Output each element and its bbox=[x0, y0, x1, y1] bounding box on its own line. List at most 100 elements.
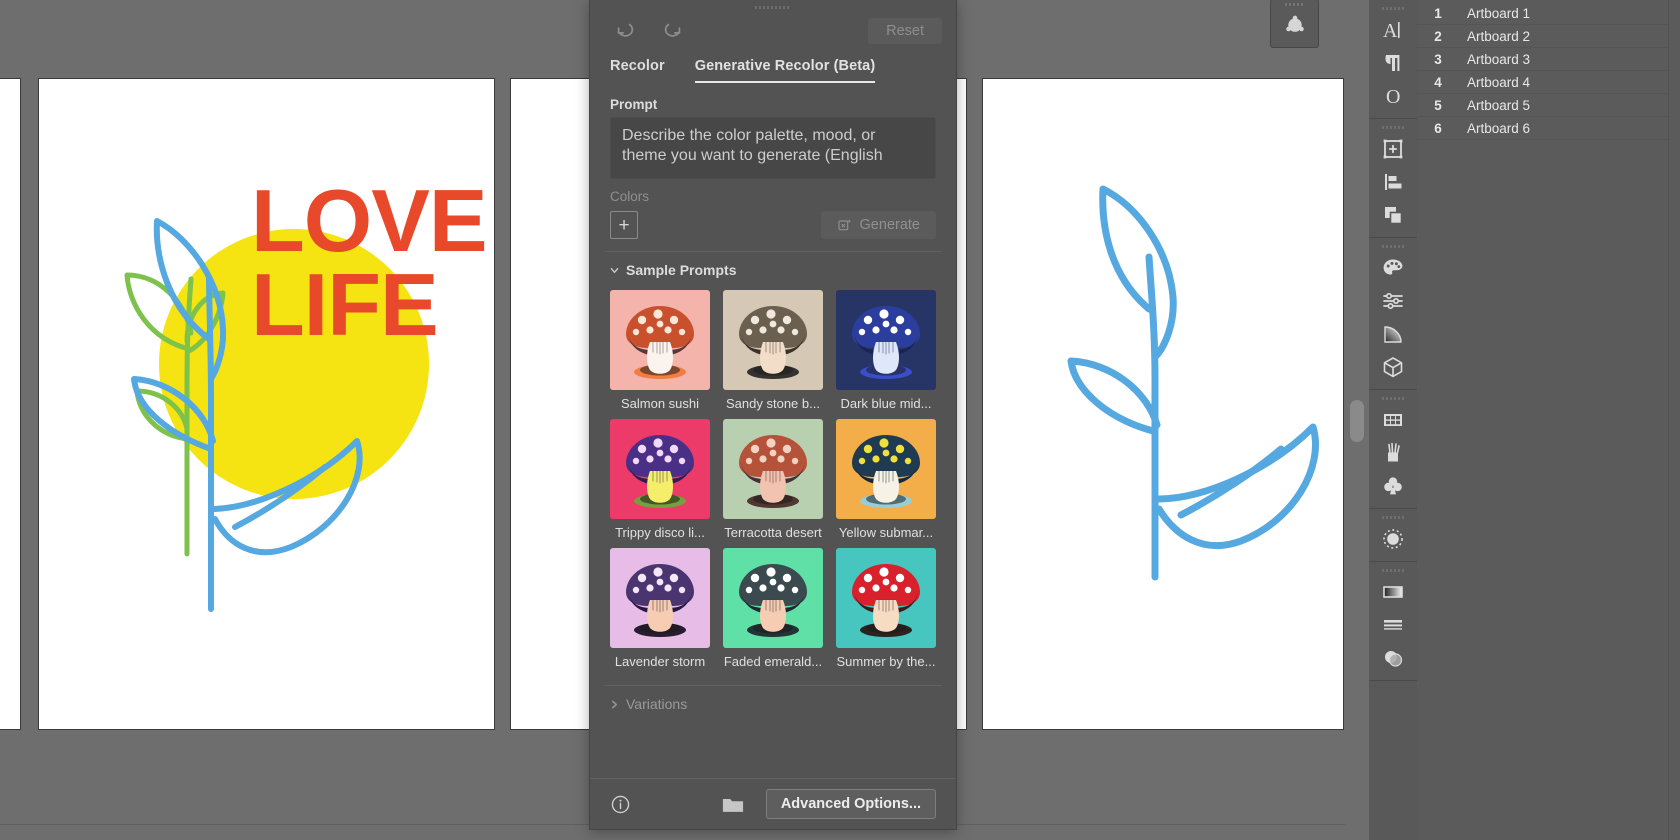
color-guide-icon[interactable] bbox=[1369, 284, 1417, 317]
brushes-icon[interactable] bbox=[1369, 436, 1417, 469]
artboard-name: Artboard 1 bbox=[1459, 6, 1662, 21]
add-color-button[interactable]: + bbox=[610, 211, 638, 239]
generate-button[interactable]: Generate bbox=[821, 211, 936, 239]
stroke-dashed-circle-icon[interactable] bbox=[1369, 522, 1417, 555]
sample-prompt-thumbnail[interactable] bbox=[610, 548, 710, 648]
sample-prompt-card[interactable]: Lavender storm bbox=[610, 548, 710, 669]
dock-grip[interactable] bbox=[1369, 122, 1417, 132]
tab-recolor[interactable]: Recolor bbox=[610, 58, 665, 83]
dock-group-layout bbox=[1369, 119, 1417, 238]
table-row[interactable]: 6Artboard 6 bbox=[1417, 117, 1680, 140]
artboards-list: 1Artboard 12Artboard 23Artboard 34Artboa… bbox=[1417, 0, 1680, 140]
recolor-artwork-widget[interactable] bbox=[1271, 0, 1318, 47]
sample-prompt-thumbnail[interactable] bbox=[723, 419, 823, 519]
sample-prompt-thumbnail[interactable] bbox=[836, 290, 936, 390]
dock-group-appearance bbox=[1369, 562, 1417, 681]
sample-prompt-card[interactable]: Trippy disco li... bbox=[610, 419, 710, 540]
recolor-panel[interactable]: Reset Recolor Generative Recolor (Beta) … bbox=[590, 0, 956, 829]
sample-prompt-label: Dark blue mid... bbox=[836, 396, 936, 411]
paragraph-icon[interactable] bbox=[1369, 46, 1417, 79]
variations-header[interactable]: Variations bbox=[590, 686, 956, 718]
tab-generative-recolor[interactable]: Generative Recolor (Beta) bbox=[695, 58, 876, 83]
sample-prompt-card[interactable]: Yellow submar... bbox=[836, 419, 936, 540]
undo-button[interactable] bbox=[610, 18, 640, 44]
artboard-partial-left bbox=[0, 79, 20, 729]
table-row[interactable]: 5Artboard 5 bbox=[1417, 94, 1680, 117]
sample-prompt-thumbnail[interactable] bbox=[836, 548, 936, 648]
table-row[interactable]: 2Artboard 2 bbox=[1417, 25, 1680, 48]
sample-prompts-header[interactable]: Sample Prompts bbox=[590, 252, 956, 284]
sample-prompt-card[interactable]: Summer by the... bbox=[836, 548, 936, 669]
panel-drag-handle[interactable] bbox=[590, 0, 956, 14]
dock-group-color bbox=[1369, 238, 1417, 390]
stroke-lines-glyph bbox=[1381, 613, 1405, 637]
character-type-icon[interactable]: A bbox=[1369, 13, 1417, 46]
sample-prompt-thumbnail[interactable] bbox=[610, 290, 710, 390]
colors-row: + Generate bbox=[590, 211, 956, 239]
dock-grip[interactable] bbox=[1369, 565, 1417, 575]
sample-prompts-grid: Salmon sushi Sandy stone b... Dark blue … bbox=[590, 284, 956, 673]
gradient-wedge-glyph bbox=[1381, 322, 1405, 346]
chevron-right-icon bbox=[610, 700, 619, 709]
redo-icon bbox=[662, 20, 684, 42]
artboard-name: Artboard 5 bbox=[1459, 98, 1662, 113]
sample-prompt-label: Summer by the... bbox=[836, 654, 936, 669]
sample-prompt-card[interactable]: Dark blue mid... bbox=[836, 290, 936, 411]
scrollbar-thumb[interactable] bbox=[1350, 400, 1364, 442]
artboard-blue-plant[interactable] bbox=[983, 79, 1343, 729]
dock-grip[interactable] bbox=[1369, 3, 1417, 13]
artboards-list-scrollbar[interactable] bbox=[1668, 0, 1680, 840]
three-d-cube-icon[interactable] bbox=[1369, 350, 1417, 383]
artboard-name: Artboard 4 bbox=[1459, 75, 1662, 90]
chevron-down-icon bbox=[610, 266, 619, 275]
gradient-mesh-icon[interactable] bbox=[1369, 317, 1417, 350]
gradient-icon[interactable] bbox=[1369, 575, 1417, 608]
advanced-options-button[interactable]: Advanced Options... bbox=[766, 789, 936, 819]
sample-prompt-card[interactable]: Sandy stone b... bbox=[723, 290, 823, 411]
dock-grip[interactable] bbox=[1369, 512, 1417, 522]
sample-prompt-thumbnail[interactable] bbox=[723, 548, 823, 648]
swatches-icon[interactable] bbox=[1369, 403, 1417, 436]
artboards-list-panel[interactable]: 1Artboard 12Artboard 23Artboard 34Artboa… bbox=[1417, 0, 1680, 840]
glyphs-icon[interactable]: O bbox=[1369, 79, 1417, 112]
sample-prompt-card[interactable]: Faded emerald... bbox=[723, 548, 823, 669]
sample-prompt-card[interactable]: Salmon sushi bbox=[610, 290, 710, 411]
widget-grip[interactable] bbox=[1285, 3, 1305, 6]
variations-label: Variations bbox=[626, 696, 687, 712]
stroke-lines-icon[interactable] bbox=[1369, 608, 1417, 641]
sample-prompt-label: Lavender storm bbox=[610, 654, 710, 669]
undo-icon bbox=[614, 20, 636, 42]
table-row[interactable]: 1Artboard 1 bbox=[1417, 2, 1680, 25]
generate-label: Generate bbox=[860, 217, 920, 233]
sample-prompt-label: Trippy disco li... bbox=[610, 525, 710, 540]
sample-prompt-thumbnail[interactable] bbox=[610, 419, 710, 519]
redo-button[interactable] bbox=[658, 18, 688, 44]
dock-grip[interactable] bbox=[1369, 241, 1417, 251]
table-row[interactable]: 4Artboard 4 bbox=[1417, 71, 1680, 94]
color-palette-icon[interactable] bbox=[1369, 251, 1417, 284]
svg-text:A: A bbox=[1383, 20, 1398, 42]
symbols-icon[interactable] bbox=[1369, 469, 1417, 502]
dock-group-type: A O bbox=[1369, 0, 1417, 119]
brushes-glyph bbox=[1381, 441, 1405, 465]
dock-grip[interactable] bbox=[1369, 393, 1417, 403]
prompt-input[interactable]: Describe the color palette, mood, or the… bbox=[610, 117, 936, 179]
reset-button[interactable]: Reset bbox=[868, 18, 942, 44]
align-icon[interactable] bbox=[1369, 165, 1417, 198]
align-glyph bbox=[1381, 170, 1405, 194]
transparency-icon[interactable] bbox=[1369, 641, 1417, 674]
table-row[interactable]: 3Artboard 3 bbox=[1417, 48, 1680, 71]
artboards-icon[interactable] bbox=[1369, 132, 1417, 165]
transparency-glyph bbox=[1381, 646, 1405, 670]
artboard-love-life[interactable]: LOVE LIFE bbox=[39, 79, 494, 729]
sample-prompt-label: Faded emerald... bbox=[723, 654, 823, 669]
folder-icon[interactable] bbox=[722, 795, 744, 814]
clubs-glyph bbox=[1381, 474, 1405, 498]
pathfinder-icon[interactable] bbox=[1369, 198, 1417, 231]
sample-prompt-thumbnail[interactable] bbox=[836, 419, 936, 519]
canvas-vertical-scrollbar[interactable] bbox=[1345, 0, 1369, 840]
sample-prompt-thumbnail[interactable] bbox=[723, 290, 823, 390]
dashed-circle-glyph bbox=[1381, 527, 1405, 551]
sample-prompt-card[interactable]: Terracotta desert bbox=[723, 419, 823, 540]
info-icon[interactable] bbox=[610, 794, 631, 815]
